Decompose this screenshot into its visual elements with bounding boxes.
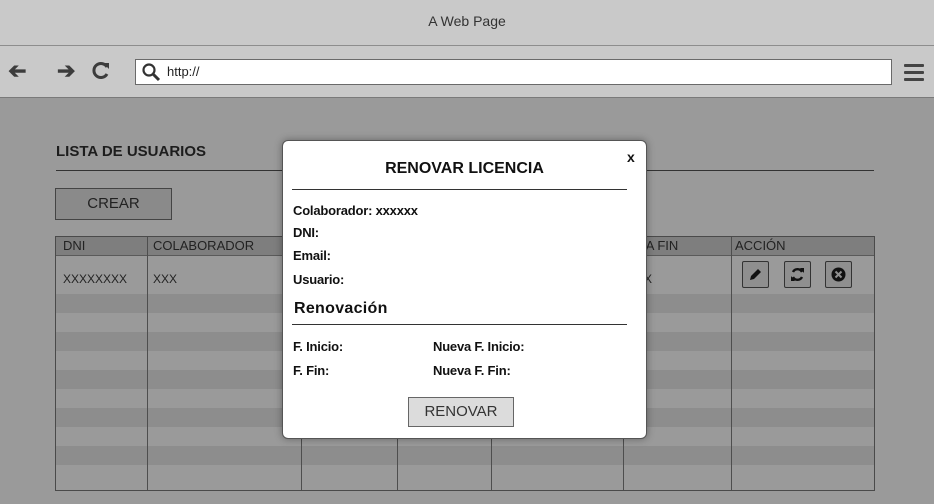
browser-toolbar: ➔ ➔ http:// xyxy=(0,46,934,98)
column-header-dni: DNI xyxy=(63,238,86,253)
cell-colaborador: XXX xyxy=(153,272,178,286)
delete-button[interactable] xyxy=(825,261,852,288)
delete-icon xyxy=(831,267,846,282)
window-title: A Web Page xyxy=(428,13,506,29)
hamburger-menu-icon[interactable] xyxy=(904,64,924,85)
colaborador-field: Colaborador: xxxxxx xyxy=(293,203,418,218)
dialog-title: RENOVAR LICENCIA xyxy=(385,160,544,177)
renewal-heading: Renovación xyxy=(294,300,388,317)
search-icon xyxy=(142,63,161,82)
table-row xyxy=(56,446,874,465)
renewal-divider xyxy=(292,324,627,325)
f-fin-field: F. Fin: xyxy=(293,363,330,378)
create-button[interactable]: CREAR xyxy=(55,188,172,220)
edit-button[interactable] xyxy=(742,261,769,288)
f-inicio-field: F. Inicio: xyxy=(293,339,344,354)
refresh-button[interactable] xyxy=(784,261,811,288)
forward-arrow-icon[interactable]: ➔ xyxy=(57,60,75,82)
url-text: http:// xyxy=(167,64,200,79)
back-arrow-icon[interactable]: ➔ xyxy=(8,58,26,83)
reload-icon[interactable] xyxy=(92,60,110,84)
column-divider xyxy=(147,237,148,490)
nueva-f-inicio-field[interactable]: Nueva F. Inicio: xyxy=(433,339,525,354)
renew-button[interactable]: RENOVAR xyxy=(408,397,514,427)
nueva-f-fin-field[interactable]: Nueva F. Fin: xyxy=(433,363,511,378)
renew-license-dialog: RENOVAR LICENCIA x Colaborador: xxxxxx D… xyxy=(282,140,647,439)
page-title: LISTA DE USUARIOS xyxy=(56,143,207,160)
address-bar[interactable]: http:// xyxy=(135,59,892,85)
dni-field: DNI: xyxy=(293,225,319,240)
usuario-field: Usuario: xyxy=(293,272,345,287)
cell-dni: XXXXXXXX xyxy=(63,272,128,286)
column-header-accion: ACCIÓN xyxy=(735,238,786,253)
edit-icon xyxy=(750,269,761,280)
window-titlebar: A Web Page xyxy=(0,0,934,46)
title-divider xyxy=(292,189,627,190)
column-divider xyxy=(731,237,732,490)
email-field: Email: xyxy=(293,248,331,263)
refresh-icon xyxy=(791,268,804,281)
column-header-colaborador: COLABORADOR xyxy=(153,238,255,253)
close-icon[interactable]: x xyxy=(627,149,635,165)
